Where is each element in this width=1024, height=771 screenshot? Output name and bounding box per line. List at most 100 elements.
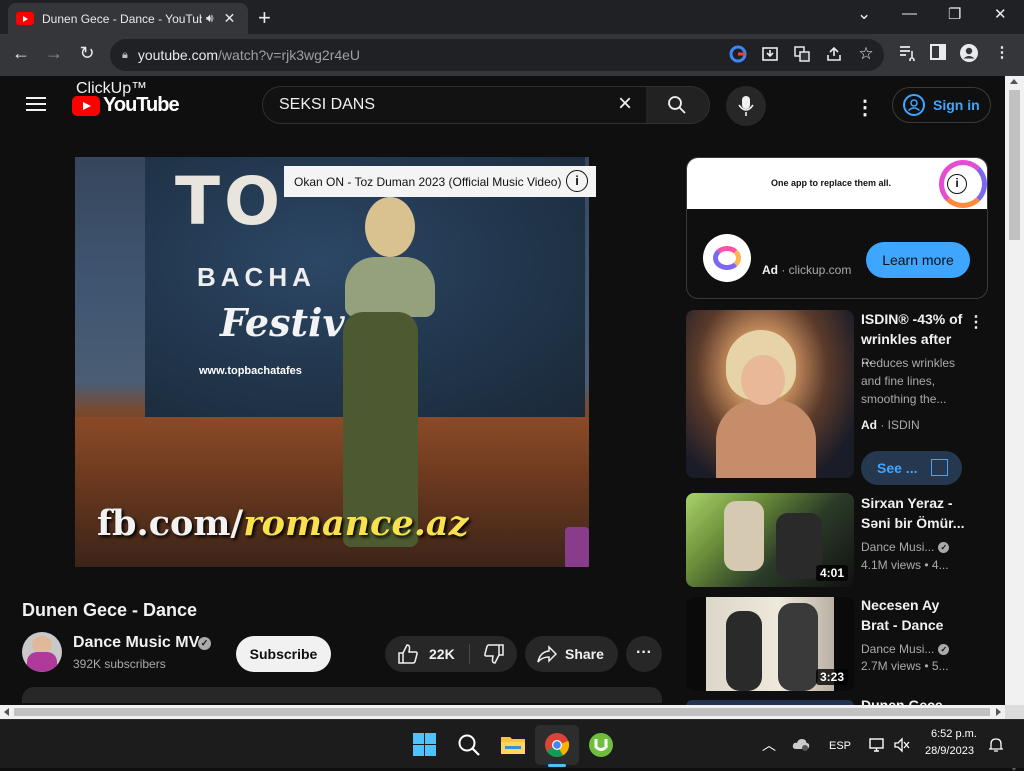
ad-info-icon[interactable]: i xyxy=(947,174,967,194)
video-player[interactable]: TO BACHA Festiv www.topbachatafes fb.com… xyxy=(75,157,589,567)
share-button[interactable]: Share xyxy=(525,636,618,672)
reload-button[interactable]: ↻ xyxy=(75,43,99,64)
ad-banner-text: One app to replace them all. xyxy=(771,178,892,188)
promoted-menu-icon[interactable]: ⋮ xyxy=(968,312,984,332)
subscribe-button[interactable]: Subscribe xyxy=(236,636,331,672)
scrollbar-corner xyxy=(1005,705,1024,719)
clear-search-icon[interactable]: × xyxy=(618,92,632,116)
search-input[interactable]: SEKSI DANS xyxy=(262,86,648,124)
clock-time[interactable]: 6:52 p.m. xyxy=(931,728,977,740)
settings-menu-icon[interactable]: ⋮ xyxy=(855,95,875,120)
verified-check-icon: ✓ xyxy=(198,637,211,650)
promoted-cta-label: See ... xyxy=(877,460,918,476)
channel-avatar[interactable] xyxy=(22,632,62,672)
bookmark-star-icon[interactable]: ☆ xyxy=(856,44,876,64)
scroll-left-arrow-icon[interactable] xyxy=(4,708,9,716)
verified-check-icon: ✓ xyxy=(938,542,950,554)
tab-audio-icon[interactable]: 🔊︎ xyxy=(206,11,214,26)
minimize-window-button[interactable]: — xyxy=(902,5,917,22)
dislike-button[interactable] xyxy=(471,636,517,672)
horizontal-scroll-thumb[interactable] xyxy=(14,708,990,716)
utorrent-app-icon[interactable] xyxy=(588,732,614,758)
tray-overflow-chevron-icon[interactable]: ︿ xyxy=(762,735,776,755)
chrome-menu-icon[interactable]: ⋮ xyxy=(991,43,1013,65)
language-indicator[interactable]: ESP xyxy=(829,740,851,752)
ad-advertiser-name[interactable]: ClickUp™ xyxy=(76,80,147,98)
like-divider xyxy=(469,644,470,664)
youtube-header: YouTube SEKSI DANS × ⋮ Sign in xyxy=(0,76,1005,132)
video-channel-watermark[interactable] xyxy=(565,527,589,567)
tab-search-dropdown-icon[interactable]: ⌄ xyxy=(857,4,871,24)
horizontal-scrollbar[interactable] xyxy=(0,705,1005,719)
vertical-scrollbar[interactable] xyxy=(1005,76,1024,771)
recommended-title[interactable]: Sirxan Yeraz - Səni bir Ömür... xyxy=(861,493,965,533)
profile-icon[interactable] xyxy=(958,43,980,65)
share-arrow-icon xyxy=(537,645,557,663)
taskbar-running-indicator xyxy=(548,764,566,767)
notification-bell-icon[interactable] xyxy=(988,737,1004,756)
file-explorer-icon[interactable] xyxy=(500,732,526,758)
recommended-channel[interactable]: Dance Musi... ✓ xyxy=(861,538,950,556)
sign-in-label: Sign in xyxy=(933,97,980,113)
translate-icon[interactable] xyxy=(792,45,812,65)
scroll-up-arrow-icon[interactable] xyxy=(1010,79,1018,84)
recommended-stats: 4.1M views • 4... xyxy=(861,558,949,572)
verified-check-icon: ✓ xyxy=(938,644,950,656)
voice-search-button[interactable] xyxy=(726,86,766,126)
clickup-logo[interactable] xyxy=(703,234,751,282)
video-info-card[interactable]: Okan ON - Toz Duman 2023 (Official Music… xyxy=(284,166,596,197)
side-panel-icon[interactable] xyxy=(927,43,949,65)
thumbs-up-icon xyxy=(398,644,418,664)
promoted-thumbnail[interactable] xyxy=(686,310,854,478)
network-icon[interactable] xyxy=(868,737,886,756)
promoted-cta-button[interactable]: See ... xyxy=(861,451,962,485)
lock-icon[interactable]: 🔒︎ xyxy=(122,49,128,62)
channel-name[interactable]: Dance Music MV xyxy=(73,634,199,652)
google-lens-icon[interactable] xyxy=(728,45,748,65)
tab-title: Dunen Gece - Dance - YouTube xyxy=(42,11,202,26)
windows-taskbar: ︿ ESP xyxy=(0,719,1024,768)
like-button[interactable]: 22K xyxy=(385,636,467,672)
back-button[interactable]: ← xyxy=(9,43,33,64)
clock-date[interactable]: 28/9/2023 xyxy=(925,745,974,757)
install-app-icon[interactable] xyxy=(760,45,780,65)
promoted-description: Reduces wrinkles and fine lines, smoothi… xyxy=(861,356,956,406)
recommended-thumbnail[interactable]: 3:23 xyxy=(686,597,854,691)
search-button[interactable] xyxy=(646,86,710,124)
new-tab-button[interactable]: + xyxy=(258,5,271,31)
more-actions-button[interactable]: ··· xyxy=(626,636,662,672)
taskbar-search-icon[interactable] xyxy=(456,732,482,758)
media-controls-icon[interactable] xyxy=(896,43,918,65)
description-box[interactable] xyxy=(22,687,662,703)
youtube-favicon-icon xyxy=(16,12,34,25)
ad-banner[interactable]: One app to replace them all. i xyxy=(687,158,987,209)
video-title: Dunen Gece - Dance xyxy=(22,600,198,620)
promoted-ad-badge: Ad xyxy=(861,418,877,432)
url-host: youtube.com xyxy=(137,47,219,63)
vertical-scroll-thumb[interactable] xyxy=(1009,90,1020,240)
scroll-right-arrow-icon[interactable] xyxy=(996,708,1001,716)
info-icon[interactable]: i xyxy=(566,170,588,192)
like-dislike-segment: 22K xyxy=(385,636,517,672)
video-duration: 3:23 xyxy=(815,669,848,685)
recommended-thumbnail[interactable]: 4:01 xyxy=(686,493,854,587)
onedrive-icon[interactable] xyxy=(792,737,810,754)
guide-menu-icon[interactable] xyxy=(26,97,46,111)
video-frame-text-bach: BACHA xyxy=(197,262,316,292)
share-page-icon[interactable] xyxy=(824,45,844,65)
volume-muted-icon[interactable] xyxy=(893,737,911,756)
browser-tab-active[interactable]: Dunen Gece - Dance - YouTube 🔊︎ ✕ xyxy=(8,3,248,34)
search-query: SEKSI DANS xyxy=(279,96,376,113)
learn-more-button[interactable]: Learn more xyxy=(866,242,970,278)
url-path: /watch?v=rjk3wg2r4eU xyxy=(218,47,361,63)
tab-close-icon[interactable]: ✕ xyxy=(224,10,236,27)
windows-start-icon[interactable] xyxy=(412,732,438,758)
sign-in-button[interactable]: Sign in xyxy=(892,87,991,123)
close-window-button[interactable]: ✕ xyxy=(994,5,1007,23)
chrome-app-icon[interactable] xyxy=(544,732,570,758)
recommended-channel[interactable]: Dance Musi... ✓ xyxy=(861,640,950,658)
restore-window-button[interactable]: ❐ xyxy=(948,5,961,23)
video-frame-dancer xyxy=(325,197,435,547)
forward-button[interactable]: → xyxy=(42,43,66,64)
recommended-title[interactable]: Necesen Ay Brat - Dance xyxy=(861,595,965,635)
